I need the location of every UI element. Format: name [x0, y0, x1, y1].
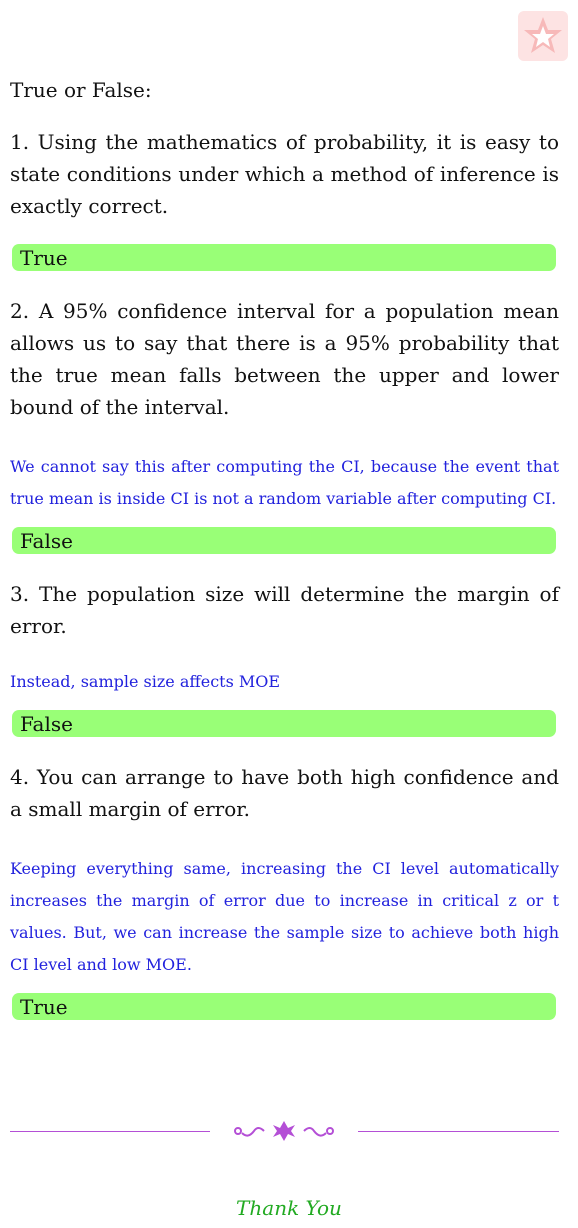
page-heading: True or False:: [10, 78, 152, 102]
thank-you-text: Thank You: [236, 1196, 342, 1220]
divider-line-left: [10, 1131, 210, 1132]
floral-ornament-icon: [234, 1121, 334, 1141]
question-text: 1. Using the mathematics of probability,…: [10, 130, 559, 218]
question-3: 3. The population size will determine th…: [10, 578, 559, 737]
star-logo-icon: [518, 11, 568, 61]
answer-badge: True: [12, 993, 556, 1020]
explanation-note: Instead, sample size affects MOE: [10, 672, 281, 691]
question-4: 4. You can arrange to have both high con…: [10, 761, 559, 1020]
divider-line-right: [358, 1131, 559, 1132]
question-text: 2. A 95% confidence interval for a popul…: [10, 299, 559, 419]
question-1: 1. Using the mathematics of probability,…: [10, 126, 559, 271]
question-2: 2. A 95% confidence interval for a popul…: [10, 295, 559, 554]
explanation-note: We cannot say this after computing the C…: [10, 457, 559, 508]
answer-badge: True: [12, 244, 556, 271]
question-text: 3. The population size will determine th…: [10, 582, 559, 638]
answer-badge: False: [12, 710, 556, 737]
document-body: True or False: 1. Using the mathematics …: [10, 74, 559, 1044]
question-text: 4. You can arrange to have both high con…: [10, 765, 559, 821]
answer-badge: False: [12, 527, 556, 554]
footer-divider: [10, 1120, 559, 1142]
explanation-note: Keeping everything same, increasing the …: [10, 859, 559, 974]
